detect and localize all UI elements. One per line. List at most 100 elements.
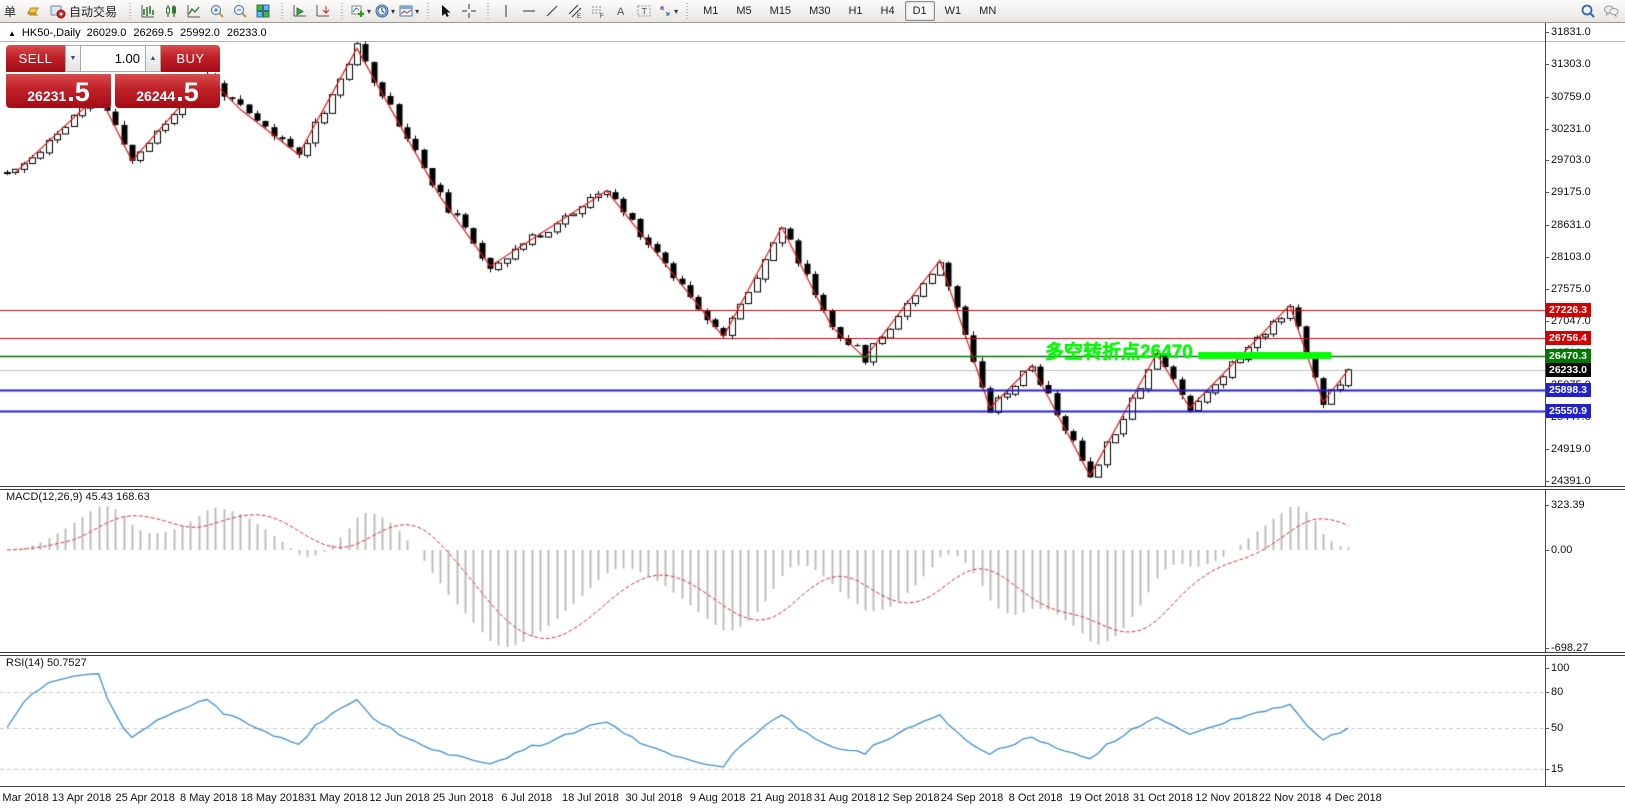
macd-tick: -698.27 (1551, 642, 1588, 654)
one-click-trade-panel: SELL ▼ ▲ BUY 26231 .5 26244 .5 (6, 45, 220, 108)
chat-button[interactable] (1601, 1, 1621, 21)
svg-text:F: F (600, 14, 604, 19)
price-tick: 31303.0 (1551, 58, 1591, 70)
arrows-button[interactable]: ▾ (657, 1, 678, 21)
arrows-icon (657, 3, 673, 19)
timeframe-m30-button[interactable]: M30 (801, 1, 838, 21)
cursor-icon (438, 3, 454, 19)
timeframe-h1-button[interactable]: H1 (840, 1, 870, 21)
rsi-window-separator[interactable] (0, 652, 1625, 656)
time-axis-separator (0, 786, 1625, 787)
volume-decrease-button[interactable]: ▼ (65, 45, 81, 72)
auto-scroll-icon (292, 3, 308, 19)
macd-window-separator[interactable] (0, 486, 1625, 490)
timeframe-h4-button[interactable]: H4 (873, 1, 903, 21)
timeframe-m1-button[interactable]: M1 (695, 1, 726, 21)
sell-price-box[interactable]: 26231 .5 (6, 74, 111, 108)
indicators-button[interactable]: ▾ (350, 1, 371, 21)
time-axis-label: 21 Aug 2018 (750, 792, 812, 804)
price-tick: 24391.0 (1551, 475, 1591, 487)
text-button[interactable]: A (611, 1, 631, 21)
new-order-button[interactable]: 单 (0, 1, 20, 21)
templates-button[interactable]: ▾ (398, 1, 419, 21)
timeframe-mn-button[interactable]: MN (971, 1, 1004, 21)
macd-tick: 323.39 (1551, 499, 1585, 511)
line-chart-icon (186, 3, 202, 19)
candlestick-chart-icon (163, 3, 179, 19)
zoom-out-button[interactable] (230, 1, 250, 21)
zoom-in-icon (209, 3, 225, 19)
chart-shift-icon (315, 3, 331, 19)
sell-button[interactable]: SELL (6, 45, 65, 72)
auto-trading-button[interactable]: 自动交易 (46, 1, 121, 21)
search-icon (1580, 3, 1596, 19)
bar-chart-button[interactable] (138, 1, 158, 21)
price-tick: 29175.0 (1551, 186, 1591, 198)
equidistant-channel-button[interactable]: E (565, 1, 585, 21)
timeframe-d1-button[interactable]: D1 (905, 1, 935, 21)
toolbar-grip (424, 3, 431, 19)
rsi-canvas[interactable] (0, 655, 1545, 786)
buy-price-fraction: .5 (176, 79, 199, 106)
time-axis-label: 25 Apr 2018 (116, 792, 175, 804)
chart-shift-button[interactable] (313, 1, 333, 21)
zoom-in-button[interactable] (207, 1, 227, 21)
equidistant-channel-icon: E (567, 3, 583, 19)
auto-scroll-button[interactable] (290, 1, 310, 21)
crosshair-icon (461, 3, 477, 19)
trendline-button[interactable] (542, 1, 562, 21)
time-axis-label: 18 May 2018 (241, 792, 305, 804)
rsi-label: RSI(14) 50.7527 (6, 657, 87, 669)
time-axis-label: 29 Mar 2018 (0, 792, 49, 804)
dropdown-arrow-icon: ▾ (367, 7, 371, 16)
gold-icon[interactable] (23, 1, 43, 21)
time-axis-label: 13 Apr 2018 (52, 792, 111, 804)
time-axis-label: 31 Oct 2018 (1133, 792, 1193, 804)
tile-windows-button[interactable] (253, 1, 273, 21)
rsi-tick: 50 (1551, 722, 1563, 734)
text-label-button[interactable]: T (634, 1, 654, 21)
cursor-button[interactable] (436, 1, 456, 21)
ohlc-values: 26029.0 26269.5 25992.0 26233.0 (87, 27, 267, 39)
time-axis-label: 9 Aug 2018 (690, 792, 746, 804)
volume-input[interactable] (81, 46, 145, 71)
crosshair-button[interactable] (459, 1, 479, 21)
volume-field-wrap (81, 45, 145, 72)
new-order-label: 单 (4, 3, 16, 20)
vertical-line-icon (498, 3, 514, 19)
horizontal-line-button[interactable] (519, 1, 539, 21)
buy-price-box[interactable]: 26244 .5 (115, 74, 220, 108)
collapse-trade-panel-toggle[interactable]: ▲ (8, 29, 16, 38)
close-value: 26233.0 (227, 27, 267, 39)
timeframe-m5-button[interactable]: M5 (728, 1, 759, 21)
time-axis-label: 31 May 2018 (304, 792, 368, 804)
text-icon: A (613, 3, 629, 19)
time-axis-label: 8 Oct 2018 (1009, 792, 1063, 804)
dropdown-arrow-icon: ▾ (415, 7, 419, 16)
svg-text:A: A (617, 6, 625, 18)
macd-canvas[interactable] (0, 489, 1545, 653)
search-button[interactable] (1578, 1, 1598, 21)
dropdown-arrow-icon: ▾ (674, 7, 678, 16)
chart-annotation-text[interactable]: 多空转折点26470 (1045, 337, 1193, 364)
bar-chart-icon (140, 3, 156, 19)
time-axis-label: 22 Nov 2018 (1259, 792, 1321, 804)
sell-price-fraction: .5 (67, 79, 90, 106)
price-tick: 27575.0 (1551, 283, 1591, 295)
buy-price-main: 26244 (136, 86, 175, 106)
price-level-badge: 26756.4 (1546, 331, 1591, 345)
candlestick-chart-button[interactable] (161, 1, 181, 21)
vertical-line-button[interactable] (496, 1, 516, 21)
zoom-out-icon (232, 3, 248, 19)
fibonacci-button[interactable]: F (588, 1, 608, 21)
time-axis-label: 19 Oct 2018 (1069, 792, 1129, 804)
periods-button[interactable]: ▾ (374, 1, 395, 21)
price-chart-canvas[interactable] (0, 23, 1545, 486)
line-chart-button[interactable] (184, 1, 204, 21)
timeframe-w1-button[interactable]: W1 (937, 1, 970, 21)
volume-increase-button[interactable]: ▲ (145, 45, 161, 72)
timeframe-m15-button[interactable]: M15 (762, 1, 799, 21)
text-label-icon: T (636, 3, 652, 19)
price-level-badge: 26470.3 (1546, 349, 1591, 363)
buy-button[interactable]: BUY (161, 45, 220, 72)
